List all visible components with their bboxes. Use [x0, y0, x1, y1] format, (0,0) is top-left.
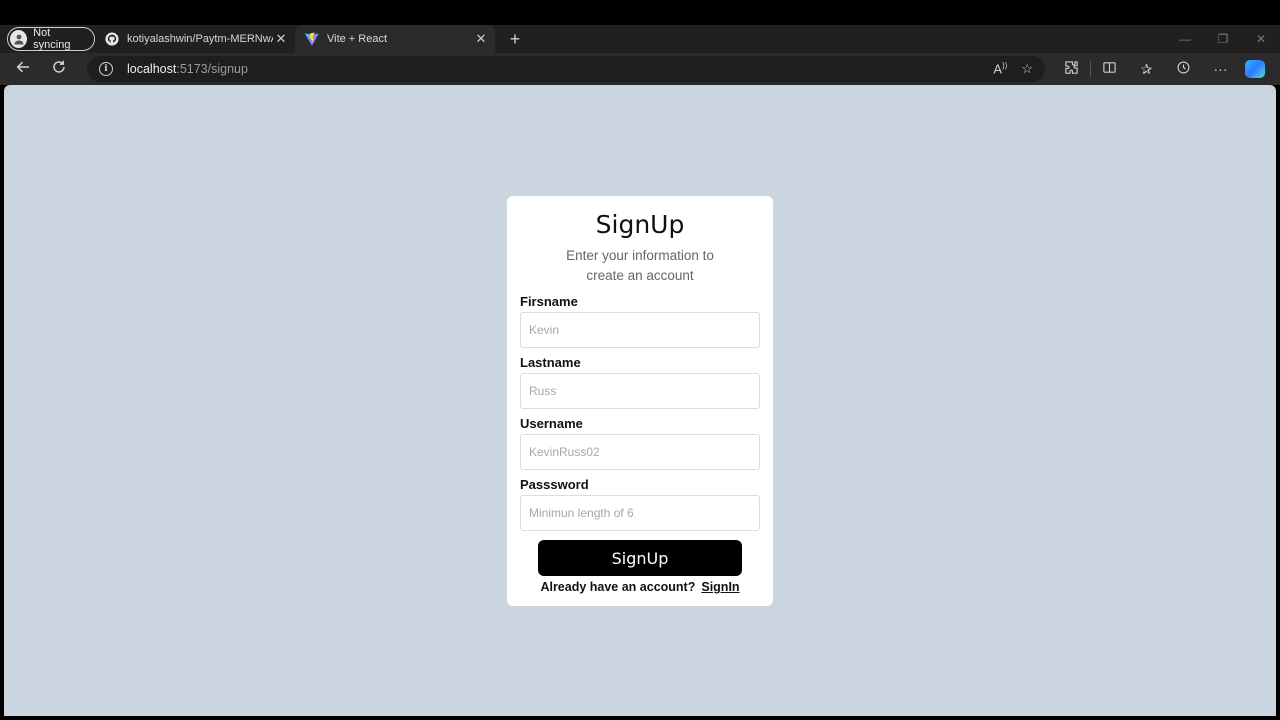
address-bar[interactable]: i localhost:5173/signup A)) ☆ — [87, 56, 1045, 82]
password-input[interactable] — [520, 495, 760, 531]
address-actions: A)) ☆ — [993, 61, 1045, 77]
back-icon[interactable] — [5, 59, 41, 80]
more-options-icon[interactable]: ··· — [1202, 61, 1239, 77]
page-viewport: SignUp Enter your information to create … — [4, 85, 1276, 716]
info-icon[interactable]: i — [99, 62, 113, 76]
vite-icon — [305, 32, 319, 46]
signin-link[interactable]: SignIn — [701, 580, 739, 594]
firstname-label: Firsname — [520, 294, 578, 309]
url-path: :5173/signup — [176, 62, 248, 76]
profile-button[interactable]: Not syncing — [7, 27, 95, 51]
password-label: Passsword — [520, 477, 589, 492]
tab-vite-react[interactable]: Vite + React ✕ — [295, 25, 495, 53]
copilot-icon[interactable] — [1245, 60, 1265, 78]
top-strip — [0, 0, 1280, 25]
username-label: Username — [520, 416, 583, 431]
url-host: localhost — [127, 62, 177, 76]
tab-github[interactable]: kotiyalashwin/Paytm-MERNwAuth ✕ — [95, 25, 295, 53]
close-tab-icon[interactable]: ✕ — [273, 31, 289, 47]
split-screen-icon[interactable] — [1091, 60, 1128, 78]
firstname-input[interactable] — [520, 312, 760, 348]
new-tab-icon[interactable]: + — [501, 29, 529, 50]
profile-label: Not syncing — [33, 27, 71, 51]
signin-prompt: Already have an account? SignIn — [520, 580, 760, 594]
history-icon[interactable] — [1165, 60, 1202, 78]
minimize-icon[interactable]: — — [1166, 32, 1204, 46]
favorites-icon[interactable]: ✰ — [1128, 61, 1165, 78]
avatar-icon — [10, 30, 28, 48]
read-aloud-icon[interactable]: A)) — [993, 61, 1007, 76]
signup-card: SignUp Enter your information to create … — [507, 196, 773, 606]
signup-button[interactable]: SignUp — [538, 540, 742, 576]
window-close-icon[interactable]: ✕ — [1242, 32, 1280, 46]
page-subtitle: Enter your information to create an acco… — [566, 248, 714, 283]
lastname-input[interactable] — [520, 373, 760, 409]
signin-prompt-text: Already have an account? — [540, 580, 696, 594]
close-tab-icon[interactable]: ✕ — [473, 31, 489, 47]
lastname-label: Lastname — [520, 355, 581, 370]
github-icon — [105, 32, 119, 46]
tab-title: Vite + React — [327, 33, 388, 45]
tab-title: kotiyalashwin/Paytm-MERNwAuth — [127, 33, 273, 45]
window-controls: — ❐ ✕ — [1166, 25, 1280, 53]
toolbar-actions: ✰ ··· — [1053, 60, 1265, 78]
username-input[interactable] — [520, 434, 760, 470]
reload-icon[interactable] — [41, 59, 77, 80]
page-title: SignUp — [595, 210, 685, 239]
extensions-icon[interactable] — [1053, 60, 1090, 78]
favorite-star-icon[interactable]: ☆ — [1021, 61, 1033, 77]
browser-toolbar: i localhost:5173/signup A)) ☆ ✰ ··· — [0, 53, 1280, 85]
restore-icon[interactable]: ❐ — [1204, 32, 1242, 46]
tab-bar: Not syncing kotiyalashwin/Paytm-MERNwAut… — [0, 25, 1280, 53]
